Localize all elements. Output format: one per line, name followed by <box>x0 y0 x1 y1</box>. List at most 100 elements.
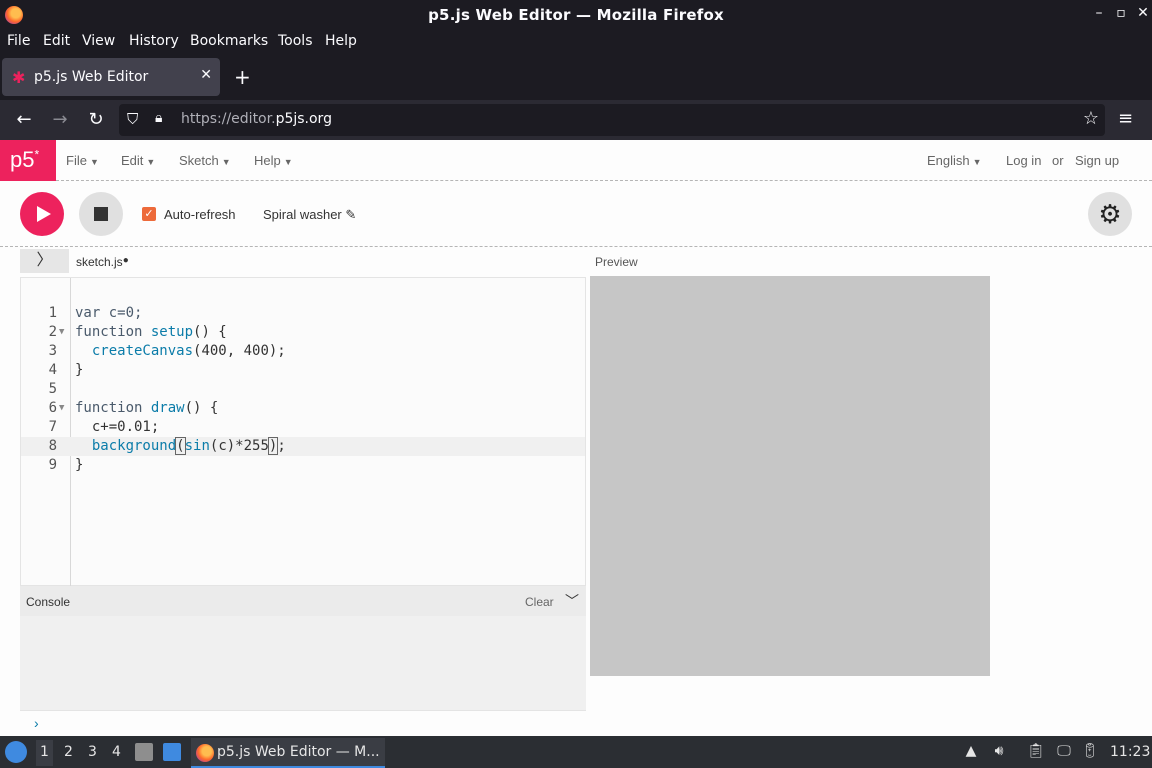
desktop-icon[interactable] <box>163 743 181 761</box>
nav-file[interactable]: File ▼ <box>66 153 99 168</box>
autorefresh-checkbox[interactable]: ✓ <box>142 207 156 221</box>
line-number: 9 <box>48 457 57 473</box>
maximize-button[interactable]: ▫ <box>1112 5 1130 21</box>
line-number: 8 <box>48 438 57 454</box>
close-window-button[interactable]: ✕ <box>1134 5 1152 21</box>
shield-icon[interactable]: ⛉ <box>127 110 138 128</box>
divider <box>0 246 1152 247</box>
code-token: function <box>75 324 151 340</box>
code-token: (c)*255 <box>209 438 269 454</box>
workspace-4[interactable]: 4 <box>112 744 121 760</box>
code-text: } <box>75 457 84 473</box>
hamburger-menu-icon[interactable]: ≡ <box>1118 108 1133 129</box>
console-title: Console <box>26 595 71 609</box>
code-line[interactable]: 3 createCanvas(400, 400); <box>21 342 585 361</box>
preview-canvas[interactable] <box>590 276 990 676</box>
code-line-active[interactable]: 8 background(sin(c)*255); <box>21 437 585 456</box>
chevron-down-icon[interactable]: ﹀ <box>565 591 579 611</box>
reload-icon[interactable]: ↻ <box>85 109 107 130</box>
console-input[interactable]: › <box>20 710 586 736</box>
menu-history[interactable]: History <box>129 33 179 49</box>
chevron-down-icon: ▼ <box>972 157 982 167</box>
network-icon[interactable]: 🖵 <box>1055 743 1073 761</box>
menu-edit[interactable]: Edit <box>43 33 70 49</box>
or-text: or <box>1052 153 1064 168</box>
url-text[interactable]: https://editor.p5js.org <box>181 111 332 127</box>
p5-editor: p5* File ▼ Edit ▼ Sketch ▼ Help ▼ English ▼ L… <box>0 140 1152 736</box>
matching-bracket: ( <box>175 437 186 455</box>
nav-edit-label: Edit <box>121 153 144 168</box>
url-domain: p5js.org <box>275 111 332 127</box>
menu-help[interactable]: Help <box>325 33 357 49</box>
fold-arrow-icon[interactable]: ▼ <box>59 323 64 342</box>
console-panel: Console Clear ﹀ › <box>20 586 586 736</box>
file-manager-icon[interactable] <box>135 743 153 761</box>
workspace-1[interactable]: 1 <box>36 740 53 766</box>
nav-edit[interactable]: Edit ▼ <box>121 153 155 168</box>
volume-icon[interactable]: 🔊︎ <box>990 743 1008 761</box>
code-line[interactable]: 1 var c=0; <box>21 304 585 323</box>
code-text: var c=0; <box>75 304 142 323</box>
code-token: draw <box>150 400 185 416</box>
clipboard-icon[interactable]: 📋︎ <box>1027 743 1045 761</box>
power-icon[interactable]: 🔋︎ <box>1081 743 1099 761</box>
code-token: background <box>91 438 177 454</box>
bookmark-star-icon[interactable]: ☆ <box>1083 108 1099 129</box>
console-header: Console Clear ﹀ <box>20 586 586 616</box>
line-number: 2 <box>48 324 57 340</box>
code-text: createCanvas(400, 400); <box>75 342 286 361</box>
taskbar-window-firefox[interactable]: p5.js Web Editor — M... <box>191 738 385 768</box>
url-bar[interactable]: ⛉ 🔒︎ https://editor.p5js.org ☆ <box>119 104 1105 136</box>
stop-button[interactable] <box>79 192 123 236</box>
firefox-icon <box>196 744 214 762</box>
menu-tools[interactable]: Tools <box>278 33 313 49</box>
menu-bookmarks[interactable]: Bookmarks <box>190 33 268 49</box>
code-token: var c=0; <box>75 305 143 321</box>
line-number: 1 <box>48 305 57 321</box>
sketch-name[interactable]: Spiral washer ✎ <box>263 207 356 223</box>
code-line[interactable]: 5 <box>21 380 585 399</box>
code-text: } <box>75 362 84 378</box>
nav-help[interactable]: Help ▼ <box>254 153 293 168</box>
navigation-bar: ← → ↻ ⛉ 🔒︎ https://editor.p5js.org ☆ ≡ <box>0 100 1152 140</box>
language-label: English <box>927 153 970 168</box>
stop-icon <box>94 207 108 221</box>
settings-gear-icon[interactable]: ⚙ <box>1088 192 1132 236</box>
tab-p5-editor[interactable]: ✱ p5.js Web Editor ✕ <box>2 58 220 96</box>
code-editor[interactable]: 1 var c=0; 2 ▼ function setup() { 3 crea… <box>20 277 586 587</box>
code-line[interactable]: 7 c+=0.01; <box>21 418 585 437</box>
menu-file[interactable]: File <box>7 33 30 49</box>
file-tab-sketch[interactable]: sketch.js● <box>76 255 129 269</box>
line-number: 6 <box>48 400 57 416</box>
console-clear-button[interactable]: Clear <box>525 595 554 609</box>
fold-arrow-icon[interactable]: ▼ <box>59 399 64 418</box>
sidebar-toggle-button[interactable]: 〉 <box>20 249 69 273</box>
p5-logo[interactable]: p5* <box>0 140 56 181</box>
url-prefix: https://editor. <box>181 111 276 127</box>
code-token: ; <box>277 438 286 454</box>
language-select[interactable]: English ▼ <box>927 153 982 168</box>
play-button[interactable] <box>20 192 64 236</box>
code-line[interactable]: 6 ▼ function draw() { <box>21 399 585 418</box>
nav-file-label: File <box>66 153 87 168</box>
unsaved-indicator: ● <box>122 255 129 266</box>
code-line[interactable]: 4 } <box>21 361 585 380</box>
code-line[interactable]: 2 ▼ function setup() { <box>21 323 585 342</box>
login-link[interactable]: Log in <box>1006 153 1041 168</box>
back-icon[interactable]: ← <box>13 109 35 130</box>
workspace-2[interactable]: 2 <box>64 744 73 760</box>
tray-up-icon[interactable]: ▲ <box>962 743 980 761</box>
forward-icon[interactable]: → <box>49 109 71 130</box>
lock-icon[interactable]: 🔒︎ <box>155 110 162 126</box>
minimize-button[interactable]: – <box>1090 5 1108 21</box>
autorefresh-label[interactable]: Auto-refresh <box>164 207 236 222</box>
nav-sketch[interactable]: Sketch ▼ <box>179 153 231 168</box>
signup-link[interactable]: Sign up <box>1075 153 1119 168</box>
workspace-3[interactable]: 3 <box>88 744 97 760</box>
code-line[interactable]: 9 } <box>21 456 585 475</box>
menu-view[interactable]: View <box>82 33 115 49</box>
close-tab-icon[interactable]: ✕ <box>200 67 212 83</box>
new-tab-button[interactable]: + <box>234 65 251 89</box>
start-menu-icon[interactable] <box>5 741 27 763</box>
